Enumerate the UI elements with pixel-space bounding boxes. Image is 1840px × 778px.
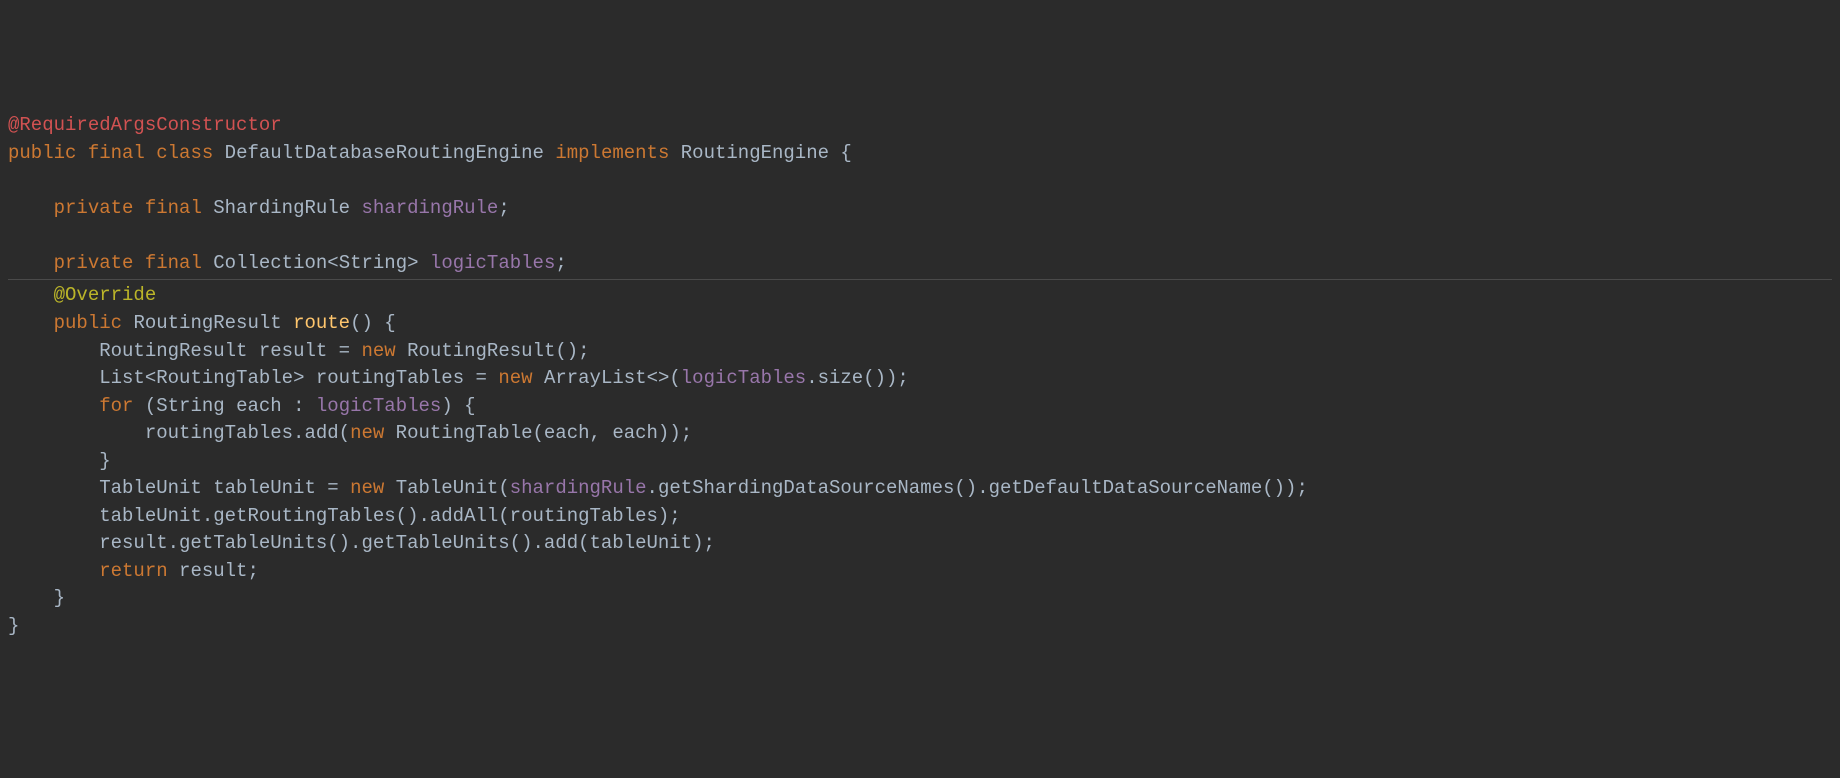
local-type: RoutingResult (99, 340, 247, 362)
keyword-private: private (54, 197, 134, 219)
keyword-return: return (99, 560, 167, 582)
keyword-private: private (54, 252, 134, 274)
statement: result.getTableUnits().getTableUnits().a… (99, 532, 715, 554)
field-name: logicTables (430, 252, 555, 274)
brace-open: { (829, 142, 852, 164)
field-ref: shardingRule (510, 477, 647, 499)
local-type: TableUnit (99, 477, 202, 499)
brace-close: } (99, 450, 110, 472)
interface-name: RoutingEngine (681, 142, 829, 164)
ctor-mid: TableUnit( (384, 477, 509, 499)
keyword-final: final (88, 142, 145, 164)
field-type-pre: Collection< (213, 252, 338, 274)
field-ref: logicTables (316, 395, 441, 417)
method-name: route (293, 312, 350, 334)
ctor-pre: ArrayList<>( (533, 367, 681, 389)
equals: = (464, 367, 498, 389)
for-var: each : (225, 395, 316, 417)
semicolon: ; (555, 252, 566, 274)
brace-close: } (54, 587, 65, 609)
field-type: ShardingRule (213, 197, 350, 219)
brace-close: } (8, 615, 19, 637)
local-type-pre: List< (99, 367, 156, 389)
call-pre: routingTables.add( (145, 422, 350, 444)
keyword-implements: implements (555, 142, 669, 164)
parens: () (350, 312, 373, 334)
ctor-post: .getShardingDataSourceNames().getDefault… (647, 477, 1308, 499)
local-type-param: RoutingTable (156, 367, 293, 389)
separator-line (8, 279, 1832, 280)
call-mid: RoutingTable(each, each)); (384, 422, 692, 444)
keyword-final: final (145, 197, 202, 219)
local-var: tableUnit = (202, 477, 350, 499)
keyword-new: new (350, 422, 384, 444)
class-name: DefaultDatabaseRoutingEngine (225, 142, 544, 164)
keyword-final: final (145, 252, 202, 274)
ctor-call: RoutingResult(); (396, 340, 590, 362)
field-ref: logicTables (681, 367, 806, 389)
keyword-for: for (99, 395, 133, 417)
code-editor[interactable]: @RequiredArgsConstructor public final cl… (8, 112, 1832, 640)
semicolon: ; (498, 197, 509, 219)
keyword-new: new (362, 340, 396, 362)
local-type-post: > (293, 367, 304, 389)
ctor-post: .size()); (806, 367, 909, 389)
keyword-class: class (156, 142, 213, 164)
equals: = (327, 340, 361, 362)
keyword-public: public (54, 312, 122, 334)
keyword-public: public (8, 142, 76, 164)
field-type-param: String (339, 252, 407, 274)
statement: tableUnit.getRoutingTables().addAll(rout… (99, 505, 681, 527)
annotation-lombok: @RequiredArgsConstructor (8, 114, 282, 136)
for-open: ( (133, 395, 156, 417)
for-type: String (156, 395, 224, 417)
field-type-post: > (407, 252, 418, 274)
local-var: result (259, 340, 327, 362)
keyword-new: new (350, 477, 384, 499)
return-expr: result; (168, 560, 259, 582)
local-var: routingTables (316, 367, 464, 389)
keyword-new: new (498, 367, 532, 389)
field-name: shardingRule (362, 197, 499, 219)
for-close: ) { (441, 395, 475, 417)
brace-open: { (373, 312, 396, 334)
return-type: RoutingResult (133, 312, 281, 334)
annotation-override: @Override (54, 284, 157, 306)
